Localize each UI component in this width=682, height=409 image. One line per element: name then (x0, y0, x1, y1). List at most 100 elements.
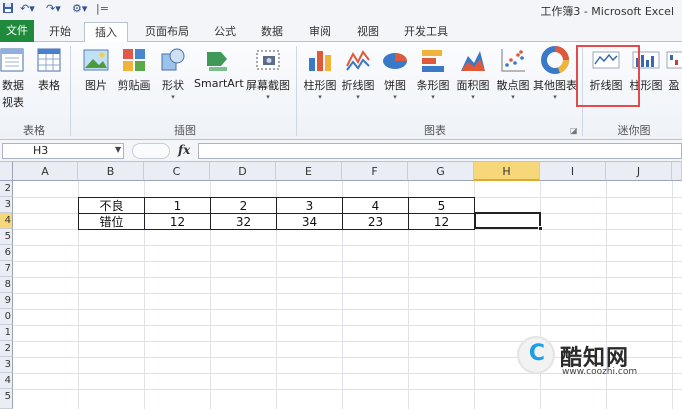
clipart-button[interactable]: 剪贴画 (116, 46, 152, 93)
row-header[interactable]: 5 (0, 229, 13, 245)
table-cell[interactable]: 12 (409, 214, 474, 230)
customize-icon[interactable]: ⚙▾ (72, 2, 87, 17)
select-all-corner[interactable] (0, 162, 13, 181)
column-header-j[interactable]: J (606, 162, 672, 181)
tab-file[interactable]: 文件 (0, 20, 34, 42)
chevron-down-icon: ▾ (553, 93, 557, 101)
bar-chart-icon (419, 46, 447, 74)
row-header[interactable]: 2 (0, 341, 13, 357)
column-header-a[interactable]: A (13, 162, 78, 181)
picture-button[interactable]: 图片 (80, 46, 112, 93)
column-header-i[interactable]: I (540, 162, 606, 181)
tab-data[interactable]: 数据 (253, 22, 291, 42)
column-header-partial[interactable] (672, 162, 682, 181)
formula-buttons-area (132, 143, 170, 159)
group-label-illustrations: 插图 (174, 124, 196, 137)
area-chart-label: 面积图 (456, 79, 490, 92)
group-label-tables: 表格 (23, 124, 45, 137)
row-header[interactable]: 5 (0, 389, 13, 409)
tab-developer[interactable]: 开发工具 (397, 22, 455, 42)
sparkline-highlight-box (576, 45, 640, 107)
pivot-table-icon (0, 46, 27, 74)
table-cell[interactable]: 1 (145, 198, 210, 214)
screenshot-button[interactable]: 屏幕截图 ▾ (246, 46, 290, 101)
smartart-icon (204, 46, 232, 74)
scatter-chart-button[interactable]: 散点图 ▾ (494, 46, 532, 101)
row-header[interactable]: 9 (0, 293, 13, 309)
grid-line (672, 181, 673, 409)
smartart-label: SmartArt (194, 77, 244, 90)
chevron-down-icon[interactable]: ▼ (115, 145, 121, 154)
row-header[interactable]: 0 (0, 309, 13, 325)
column-header-c[interactable]: C (144, 162, 210, 181)
line-chart-icon (344, 46, 372, 74)
sparkline-winloss-label: 盈 (668, 79, 680, 92)
group-divider (70, 46, 71, 136)
other-charts-button[interactable]: 其他图表 ▾ (533, 46, 577, 101)
table-cell[interactable]: 4 (343, 198, 408, 214)
redo-icon[interactable]: ↷▾ (46, 2, 61, 17)
table-cell[interactable]: 12 (145, 214, 210, 230)
pie-chart-button[interactable]: 饼图 ▾ (379, 46, 411, 101)
table-cell[interactable]: 5 (409, 198, 474, 214)
table-button[interactable]: 表格 (34, 46, 64, 93)
tab-review[interactable]: 审阅 (301, 22, 339, 42)
tab-view[interactable]: 视图 (349, 22, 387, 42)
save-icon[interactable] (2, 2, 14, 17)
sparkline-winloss-button[interactable]: 盈 (666, 46, 682, 93)
column-header-f[interactable]: F (342, 162, 408, 181)
row-header[interactable]: 3 (0, 197, 13, 213)
chevron-down-icon: ▾ (171, 93, 175, 101)
column-header-e[interactable]: E (276, 162, 342, 181)
table-cell[interactable]: 23 (343, 214, 408, 230)
column-header-h[interactable]: H (474, 162, 540, 181)
column-header-g[interactable]: G (408, 162, 474, 181)
active-cell-h3[interactable] (474, 212, 541, 229)
column-header-d[interactable]: D (210, 162, 276, 181)
row-header[interactable]: 2 (0, 181, 13, 197)
fill-handle[interactable] (538, 226, 543, 231)
row-header[interactable]: 4 (0, 373, 13, 389)
line-chart-button[interactable]: 折线图 ▾ (340, 46, 376, 101)
row-header[interactable]: 4 (0, 213, 13, 229)
shapes-label: 形状 (162, 79, 184, 92)
chevron-down-icon: ▾ (356, 93, 360, 101)
column-chart-button[interactable]: 柱形图 ▾ (301, 46, 339, 101)
row-header[interactable]: 8 (0, 277, 13, 293)
grid-line (13, 261, 682, 262)
column-chart-icon (306, 46, 334, 74)
quick-access-customize[interactable]: |= (96, 2, 109, 17)
donut-chart-icon (541, 46, 570, 74)
row-header[interactable]: 6 (0, 245, 13, 261)
pivot-table-button[interactable]: 数据 视表 (0, 46, 28, 110)
table-cell[interactable]: 3 (277, 198, 342, 214)
pivot-table-label-1: 数据 (2, 79, 24, 92)
column-header-b[interactable]: B (78, 162, 144, 181)
tab-home[interactable]: 开始 (42, 22, 78, 42)
row-header[interactable]: 7 (0, 261, 13, 277)
row-header[interactable]: 1 (0, 325, 13, 341)
grid-line (13, 293, 682, 294)
area-chart-button[interactable]: 面积图 ▾ (454, 46, 492, 101)
screenshot-label: 屏幕截图 (246, 79, 290, 92)
undo-icon[interactable]: ↶▾ (20, 2, 35, 17)
table-cell[interactable]: 错位 (79, 214, 144, 230)
grid-line (13, 245, 682, 246)
table-cell[interactable]: 34 (277, 214, 342, 230)
name-box[interactable]: H3 (2, 143, 124, 159)
table-cell[interactable]: 32 (211, 214, 276, 230)
bar-chart-button[interactable]: 条形图 ▾ (414, 46, 452, 101)
tab-formulas[interactable]: 公式 (205, 22, 245, 42)
smartart-button[interactable]: SmartArt (194, 46, 244, 90)
formula-input[interactable] (198, 143, 682, 159)
tab-insert[interactable]: 插入 (84, 22, 128, 43)
insert-function-icon[interactable]: fx (178, 143, 190, 157)
tab-page-layout[interactable]: 页面布局 (137, 22, 197, 42)
row-header[interactable]: 3 (0, 357, 13, 373)
shapes-button[interactable]: 形状 ▾ (158, 46, 188, 101)
table-cell[interactable]: 不良 (79, 198, 144, 214)
dialog-launcher-icon[interactable]: ◪ (570, 126, 578, 135)
watermark-url: www.coozhi.com (562, 367, 638, 377)
sparkline-winloss-icon (666, 46, 682, 74)
table-cell[interactable]: 2 (211, 198, 276, 214)
